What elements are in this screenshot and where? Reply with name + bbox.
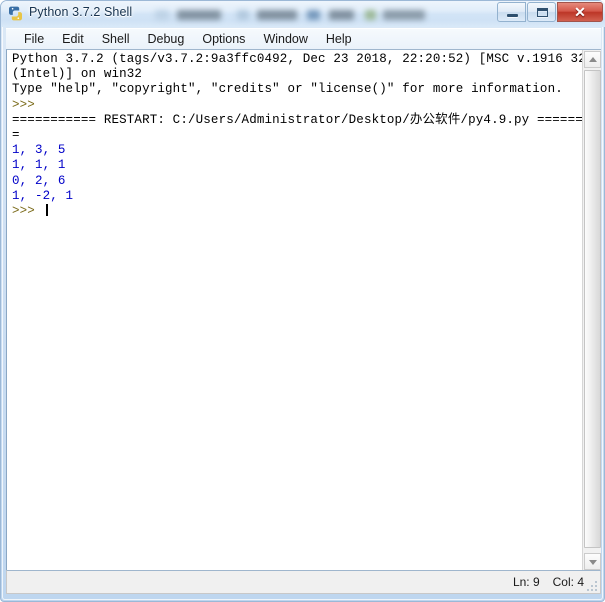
shell-line-segment: Type "help", "copyright", "credits" or "…	[12, 82, 563, 97]
vertical-scrollbar[interactable]	[582, 50, 601, 571]
status-bar: Ln: 9 Col: 4	[6, 570, 601, 594]
shell-line: Type "help", "copyright", "credits" or "…	[12, 82, 582, 97]
status-line-number: Ln: 9	[512, 575, 540, 589]
maximize-button[interactable]	[527, 2, 556, 22]
triangle-up-icon	[588, 56, 597, 62]
scrollbar-thumb[interactable]	[584, 70, 601, 548]
scroll-down-button[interactable]	[584, 553, 601, 570]
menu-item-options[interactable]: Options	[193, 30, 254, 49]
shell-line-segment: (Intel)] on win32	[12, 67, 143, 82]
shell-line: >>>	[12, 98, 582, 113]
shell-line-segment: >>>	[12, 204, 43, 219]
shell-client-area: Python 3.7.2 (tags/v3.7.2:9a3ffc0492, De…	[6, 49, 601, 571]
python-idle-icon	[7, 5, 24, 22]
menu-item-help[interactable]: Help	[317, 30, 361, 49]
shell-line: Python 3.7.2 (tags/v3.7.2:9a3ffc0492, De…	[12, 52, 582, 67]
shell-line-segment: >>>	[12, 97, 43, 112]
shell-line-segment: 1, -2, 1	[12, 188, 74, 203]
window-title: Python 3.7.2 Shell	[29, 5, 133, 19]
menu-item-file[interactable]: File	[15, 30, 53, 49]
application-window: Python 3.7.2 Shell ✕ File Edit Shell Deb…	[0, 0, 605, 602]
shell-line: 1, -2, 1	[12, 189, 582, 204]
text-cursor	[45, 204, 48, 217]
shell-line-segment: 1, 3, 5	[12, 143, 66, 158]
status-column-number: Col: 4	[552, 575, 584, 589]
close-button[interactable]: ✕	[557, 2, 603, 22]
window-controls: ✕	[496, 2, 603, 23]
shell-line: =========== RESTART: C:/Users/Administra…	[12, 113, 582, 128]
menu-item-edit[interactable]: Edit	[53, 30, 93, 49]
scroll-up-button[interactable]	[584, 51, 601, 68]
redacted-title-region	[151, 7, 441, 23]
resize-grip-icon[interactable]	[586, 579, 598, 591]
shell-line-segment: 1, 1, 1	[12, 158, 66, 173]
shell-output-text[interactable]: Python 3.7.2 (tags/v3.7.2:9a3ffc0492, De…	[7, 50, 582, 571]
shell-line: (Intel)] on win32	[12, 67, 582, 82]
shell-line-segment: Python 3.7.2 (tags/v3.7.2:9a3ffc0492, De…	[12, 52, 582, 66]
menu-item-window[interactable]: Window	[254, 30, 316, 49]
close-icon: ✕	[574, 4, 586, 20]
title-bar[interactable]: Python 3.7.2 Shell ✕	[1, 1, 605, 27]
shell-line-segment: 0, 2, 6	[12, 173, 66, 188]
shell-line: 1, 3, 5	[12, 143, 582, 158]
shell-line-segment: =========== RESTART: C:/Users/Administra…	[12, 112, 582, 127]
menu-item-debug[interactable]: Debug	[139, 30, 194, 49]
menu-bar: File Edit Shell Debug Options Window Hel…	[6, 28, 601, 49]
shell-line: 0, 2, 6	[12, 174, 582, 189]
minimize-icon	[507, 14, 518, 17]
shell-line-segment: =	[12, 128, 20, 143]
triangle-down-icon	[588, 559, 597, 565]
shell-line: =	[12, 128, 582, 143]
shell-line: >>>	[12, 204, 582, 219]
maximize-icon	[537, 8, 548, 17]
shell-line: 1, 1, 1	[12, 158, 582, 173]
minimize-button[interactable]	[497, 2, 526, 22]
menu-item-shell[interactable]: Shell	[93, 30, 139, 49]
